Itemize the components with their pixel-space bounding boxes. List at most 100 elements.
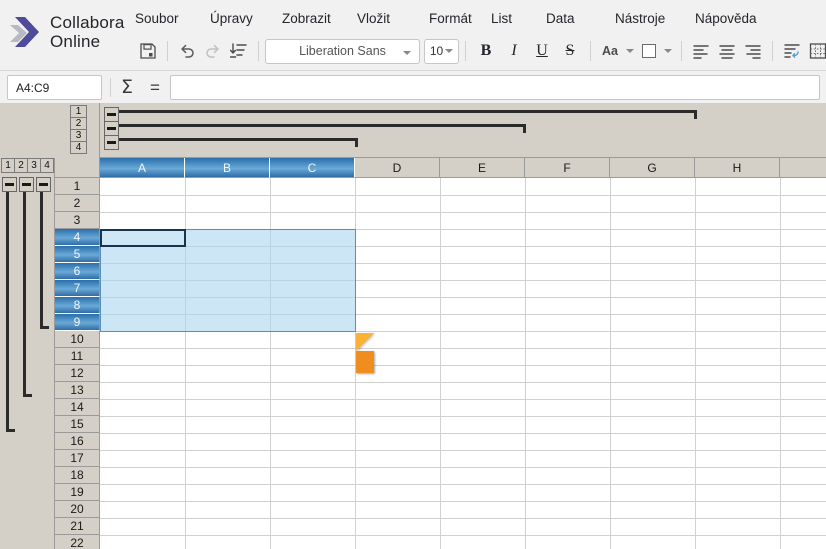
wrap-text-button[interactable] bbox=[779, 38, 805, 64]
row-outline-level-3[interactable]: 3 bbox=[27, 158, 41, 173]
underline-button[interactable]: U bbox=[528, 38, 556, 64]
toolbar-separator-5 bbox=[681, 41, 682, 61]
column-header-e[interactable]: E bbox=[440, 158, 525, 178]
row-outline-level-1[interactable]: 1 bbox=[1, 158, 15, 173]
row-header-6[interactable]: 6 bbox=[55, 263, 100, 280]
sort-ascending-button[interactable] bbox=[226, 38, 252, 64]
select-all-corner[interactable] bbox=[55, 158, 100, 178]
name-box-value: A4:C9 bbox=[16, 80, 50, 95]
menu-bar: Soubor Úpravy Zobrazit Vložit Formát Lis… bbox=[135, 7, 757, 29]
row-header-22[interactable]: 22 bbox=[55, 535, 100, 549]
column-group-end-1 bbox=[694, 110, 697, 119]
grid-line-horizontal bbox=[100, 365, 826, 366]
row-header-17[interactable]: 17 bbox=[55, 450, 100, 467]
name-box[interactable]: A4:C9 bbox=[7, 75, 102, 100]
column-header-g[interactable]: G bbox=[610, 158, 695, 178]
row-outline-level-4[interactable]: 4 bbox=[40, 158, 54, 173]
row-header-20[interactable]: 20 bbox=[55, 501, 100, 518]
row-outline-level-2[interactable]: 2 bbox=[14, 158, 28, 173]
handle-square bbox=[356, 351, 374, 373]
redo-button[interactable] bbox=[200, 38, 226, 64]
spreadsheet-grid[interactable] bbox=[100, 178, 826, 549]
menu-item-napoveda[interactable]: Nápověda bbox=[695, 8, 757, 29]
row-header-8[interactable]: 8 bbox=[55, 297, 100, 314]
grid-line-horizontal bbox=[100, 416, 826, 417]
menu-item-data[interactable]: Data bbox=[546, 8, 615, 29]
row-header-4[interactable]: 4 bbox=[55, 229, 100, 246]
row-header-14[interactable]: 14 bbox=[55, 399, 100, 416]
row-group-collapse-1[interactable] bbox=[2, 177, 17, 192]
formula-bar: A4:C9 Σ = bbox=[0, 71, 826, 103]
row-header-16[interactable]: 16 bbox=[55, 433, 100, 450]
font-color-button[interactable]: Aa bbox=[597, 38, 623, 64]
active-cell-a4[interactable] bbox=[100, 229, 186, 247]
italic-button[interactable]: I bbox=[500, 38, 528, 64]
grid-line-horizontal bbox=[100, 195, 826, 196]
menu-item-vlozit[interactable]: Vložit bbox=[357, 8, 429, 29]
menu-item-zobrazit[interactable]: Zobrazit bbox=[282, 8, 357, 29]
column-group-collapse-1[interactable] bbox=[104, 107, 119, 122]
app-logo[interactable]: Collabora Online bbox=[8, 7, 130, 57]
column-header-i-partial[interactable] bbox=[780, 158, 826, 178]
row-header-3[interactable]: 3 bbox=[55, 212, 100, 229]
row-group-collapse-2[interactable] bbox=[19, 177, 34, 192]
align-center-button[interactable] bbox=[714, 38, 740, 64]
column-outline-level-4[interactable]: 4 bbox=[70, 141, 87, 154]
column-header-c[interactable]: C bbox=[270, 158, 355, 178]
row-group-collapse-3[interactable] bbox=[36, 177, 51, 192]
row-header-2[interactable]: 2 bbox=[55, 195, 100, 212]
row-header-9[interactable]: 9 bbox=[55, 314, 100, 331]
row-header-5[interactable]: 5 bbox=[55, 246, 100, 263]
column-header-a[interactable]: A bbox=[100, 158, 185, 178]
handle-triangle bbox=[356, 333, 374, 351]
background-color-button[interactable] bbox=[637, 38, 661, 64]
menu-item-nastroje[interactable]: Nástroje bbox=[615, 8, 695, 29]
font-name-dropdown[interactable]: Liberation Sans bbox=[265, 38, 420, 64]
row-header-1[interactable]: 1 bbox=[55, 178, 100, 195]
row-header-12[interactable]: 12 bbox=[55, 365, 100, 382]
row-header-15[interactable]: 15 bbox=[55, 416, 100, 433]
column-header-d[interactable]: D bbox=[355, 158, 440, 178]
column-header-b[interactable]: B bbox=[185, 158, 270, 178]
formula-equals-button[interactable]: = bbox=[144, 77, 166, 98]
align-left-button[interactable] bbox=[688, 38, 714, 64]
menu-item-format[interactable]: Formát bbox=[429, 8, 491, 29]
row-header-11[interactable]: 11 bbox=[55, 348, 100, 365]
menu-item-upravy[interactable]: Úpravy bbox=[210, 8, 282, 29]
row-group-bar-1 bbox=[6, 192, 9, 432]
format-toolbar: Liberation Sans 10 B I U S Aa bbox=[135, 34, 826, 68]
align-right-button[interactable] bbox=[740, 38, 766, 64]
strikethrough-button[interactable]: S bbox=[556, 38, 584, 64]
save-floppy-icon bbox=[140, 43, 156, 59]
row-header-13[interactable]: 13 bbox=[55, 382, 100, 399]
save-button[interactable] bbox=[135, 38, 161, 64]
menu-item-soubor[interactable]: Soubor bbox=[135, 8, 210, 29]
menu-item-list[interactable]: List bbox=[491, 8, 546, 29]
column-group-bar-1 bbox=[119, 110, 697, 113]
column-group-bar-3 bbox=[119, 138, 358, 141]
row-header-21[interactable]: 21 bbox=[55, 518, 100, 535]
chevron-down-icon bbox=[664, 49, 672, 53]
row-header-10[interactable]: 10 bbox=[55, 331, 100, 348]
background-color-dropdown[interactable] bbox=[661, 38, 675, 64]
toolbar-separator-2 bbox=[258, 41, 259, 61]
row-header-18[interactable]: 18 bbox=[55, 467, 100, 484]
formula-input[interactable] bbox=[170, 75, 820, 100]
row-group-end-3 bbox=[40, 326, 49, 329]
sum-button[interactable]: Σ bbox=[115, 77, 139, 98]
font-size-dropdown[interactable]: 10 bbox=[424, 38, 459, 64]
column-group-collapse-3[interactable] bbox=[104, 135, 119, 150]
grid-line-horizontal bbox=[100, 433, 826, 434]
column-header-f[interactable]: F bbox=[525, 158, 610, 178]
background-color-icon bbox=[642, 44, 656, 58]
borders-button[interactable] bbox=[805, 38, 826, 64]
row-header-19[interactable]: 19 bbox=[55, 484, 100, 501]
column-header-h[interactable]: H bbox=[695, 158, 780, 178]
bold-button[interactable]: B bbox=[472, 38, 500, 64]
row-header-7[interactable]: 7 bbox=[55, 280, 100, 297]
font-color-dropdown[interactable] bbox=[623, 38, 637, 64]
column-group-collapse-2[interactable] bbox=[104, 121, 119, 136]
grid-line-horizontal bbox=[100, 467, 826, 468]
row-outline-levels: 1 2 3 4 bbox=[1, 158, 54, 173]
undo-button[interactable] bbox=[174, 38, 200, 64]
